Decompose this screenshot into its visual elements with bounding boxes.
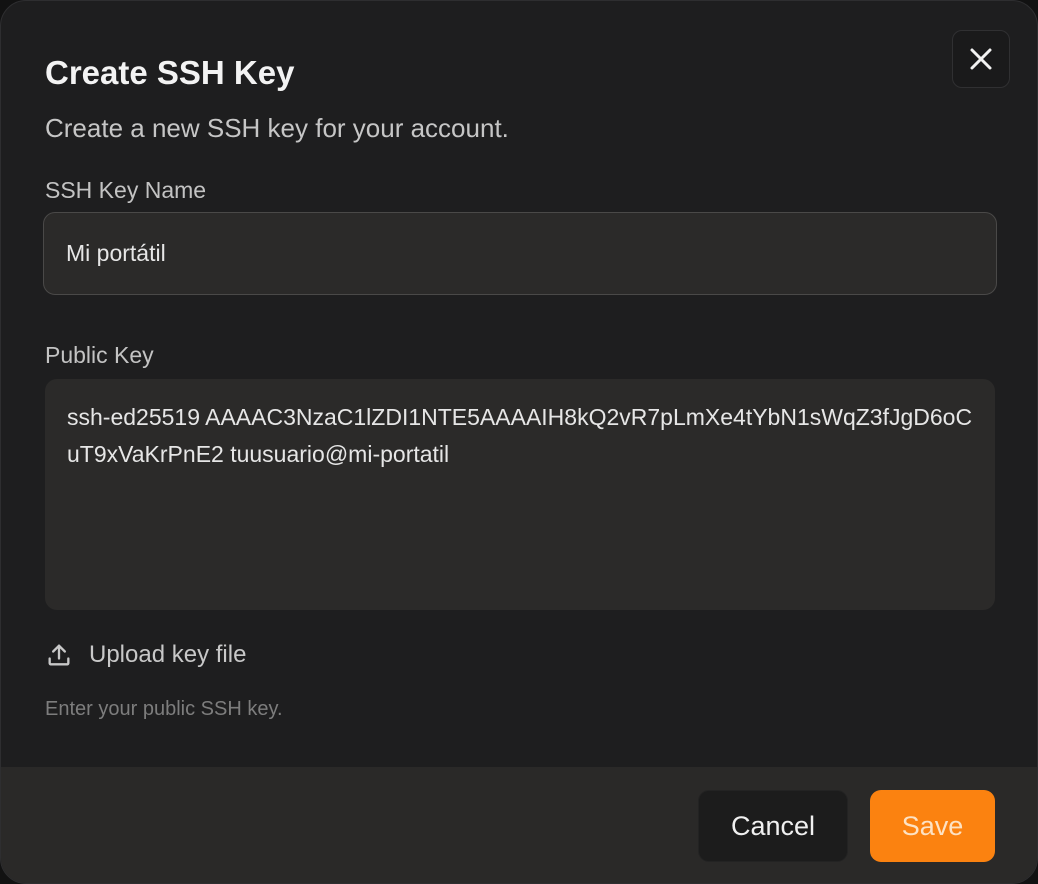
close-icon xyxy=(970,48,992,70)
create-ssh-key-dialog: Create SSH Key Create a new SSH key for … xyxy=(0,0,1038,884)
dialog-footer: Cancel Save xyxy=(1,767,1037,883)
save-button[interactable]: Save xyxy=(870,790,995,862)
public-key-textarea[interactable]: ssh-ed25519 AAAAC3NzaC1lZDI1NTE5AAAAIH8k… xyxy=(45,379,995,610)
dialog-title: Create SSH Key xyxy=(45,54,295,91)
upload-key-file-button[interactable]: Upload key file xyxy=(45,637,246,673)
close-button[interactable] xyxy=(952,30,1010,88)
ssh-key-name-input[interactable] xyxy=(43,212,997,295)
public-key-hint: Enter your public SSH key. xyxy=(45,698,283,720)
upload-icon xyxy=(48,644,70,666)
upload-key-file-label: Upload key file xyxy=(89,641,247,668)
public-key-label: Public Key xyxy=(45,342,154,368)
dialog-subtitle: Create a new SSH key for your account. xyxy=(45,113,509,143)
ssh-key-name-label: SSH Key Name xyxy=(45,177,207,203)
cancel-button[interactable]: Cancel xyxy=(698,790,848,862)
